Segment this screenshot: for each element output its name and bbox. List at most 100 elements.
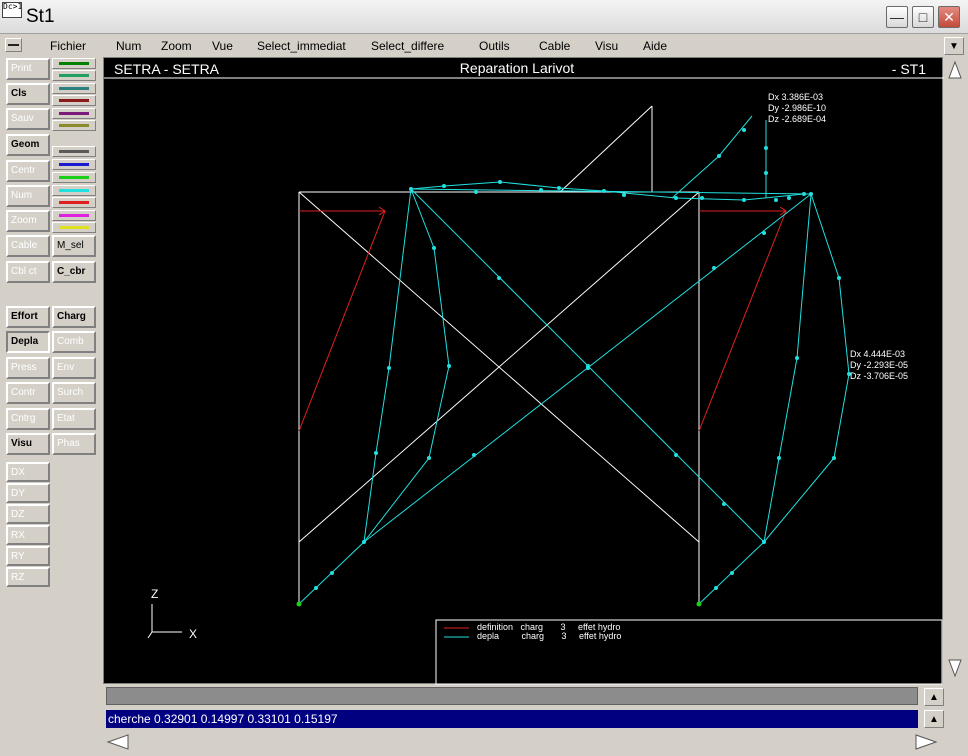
- node-marker: [837, 276, 841, 280]
- menu-aide[interactable]: Aide: [643, 39, 667, 53]
- menu-zoom[interactable]: Zoom: [161, 39, 192, 53]
- num-button[interactable]: Num: [6, 185, 50, 207]
- drawing-canvas[interactable]: SETRA - SETRA Reparation Larivot - ST1 D…: [103, 57, 944, 685]
- system-menu-icon[interactable]: [5, 38, 22, 52]
- color-swatch[interactable]: [52, 83, 96, 94]
- color-swatch-bar: [59, 189, 89, 192]
- maximize-button[interactable]: □: [912, 6, 934, 28]
- depla-button[interactable]: Depla: [6, 331, 50, 353]
- menu-select-differe[interactable]: Select_differe: [371, 39, 444, 53]
- color-swatch[interactable]: [52, 58, 96, 69]
- color-swatch-bar: [59, 150, 89, 153]
- node-marker: [674, 453, 678, 457]
- color-swatch[interactable]: [52, 120, 96, 131]
- node-marker: [774, 198, 778, 202]
- visu-button[interactable]: Visu: [6, 433, 50, 455]
- close-button[interactable]: ✕: [938, 6, 960, 28]
- color-swatch[interactable]: [52, 108, 96, 119]
- cable-button[interactable]: Cable: [6, 235, 50, 257]
- vertical-scrollbar[interactable]: [944, 57, 966, 684]
- command-scroll-up-button[interactable]: ▲: [924, 710, 944, 728]
- node-marker: [809, 192, 813, 196]
- maximize-icon: □: [918, 9, 928, 25]
- displacement-annotation-1: Dx 3.386E-03 Dy -2.986E-10 Dz -2.689E-04: [768, 92, 826, 124]
- axis-z-label: Z: [151, 587, 158, 601]
- zoom-button[interactable]: Zoom: [6, 210, 50, 232]
- menu-outils[interactable]: Outils: [479, 39, 510, 53]
- c-cbr-button[interactable]: C_cbr: [52, 261, 96, 283]
- print-button[interactable]: Print: [6, 58, 50, 80]
- node-marker: [717, 154, 721, 158]
- color-swatch[interactable]: [52, 95, 96, 106]
- env-button[interactable]: Env: [52, 357, 96, 379]
- cls-button[interactable]: Cls: [6, 83, 50, 105]
- dy-button[interactable]: DY: [6, 483, 50, 503]
- color-swatch[interactable]: [52, 197, 96, 208]
- node-marker: [802, 192, 806, 196]
- scroll-up-arrow-icon[interactable]: [945, 59, 965, 81]
- color-swatch-bar: [59, 163, 89, 166]
- canvas-right-header: - ST1: [892, 61, 926, 77]
- minimize-button[interactable]: ―: [886, 6, 908, 28]
- color-swatch[interactable]: [52, 159, 96, 170]
- color-swatch[interactable]: [52, 146, 96, 157]
- color-swatch[interactable]: [52, 70, 96, 81]
- node-marker: [714, 586, 718, 590]
- menu-visu[interactable]: Visu: [595, 39, 618, 53]
- scroll-left-arrow-icon[interactable]: [106, 733, 130, 751]
- comb-button[interactable]: Comb: [52, 331, 96, 353]
- effort-button[interactable]: Effort: [6, 306, 50, 328]
- color-swatch[interactable]: [52, 172, 96, 183]
- structure-plot[interactable]: SETRA - SETRA Reparation Larivot - ST1 D…: [104, 58, 944, 685]
- annot2-dz: Dz -3.706E-05: [850, 371, 908, 381]
- dz-button[interactable]: DZ: [6, 504, 50, 524]
- node-marker: [387, 366, 391, 370]
- annot2-dy: Dy -2.293E-05: [850, 360, 908, 370]
- menu-fichier[interactable]: Fichier: [50, 39, 86, 53]
- node-marker: [622, 193, 626, 197]
- node-marker: [409, 187, 413, 191]
- menu-vue[interactable]: Vue: [212, 39, 233, 53]
- phas-button[interactable]: Phas: [52, 433, 96, 455]
- rx-button[interactable]: RX: [6, 525, 50, 545]
- menu-num[interactable]: Num: [116, 39, 141, 53]
- geom-button[interactable]: Geom: [6, 134, 50, 156]
- displacement-annotation-2: Dx 4.444E-03 Dy -2.293E-05 Dz -3.706E-05: [850, 349, 908, 381]
- m-sel-button[interactable]: M_sel: [52, 235, 96, 257]
- menu-cable[interactable]: Cable: [539, 39, 570, 53]
- support-nodes: [296, 601, 702, 607]
- ry-button[interactable]: RY: [6, 546, 50, 566]
- command-line[interactable]: cherche 0.32901 0.14997 0.33101 0.15197: [106, 710, 918, 728]
- sauv-button[interactable]: Sauv: [6, 108, 50, 130]
- press-button[interactable]: Press: [6, 357, 50, 379]
- color-swatch[interactable]: [52, 222, 96, 233]
- node-marker: [362, 540, 366, 544]
- etat-button[interactable]: Etat: [52, 408, 96, 430]
- window-title: St1: [26, 6, 55, 27]
- scroll-right-arrow-icon[interactable]: [914, 733, 938, 751]
- color-swatch[interactable]: [52, 210, 96, 221]
- deformed-structure: [298, 115, 850, 605]
- axis-triad: [147, 604, 182, 639]
- contr-button[interactable]: Contr: [6, 382, 50, 404]
- node-marker: [795, 356, 799, 360]
- surch-button[interactable]: Surch: [52, 382, 96, 404]
- rz-button[interactable]: RZ: [6, 567, 50, 587]
- centr-button[interactable]: Centr: [6, 160, 50, 182]
- node-marker: [712, 266, 716, 270]
- app-icon: Dc>1: [2, 2, 22, 18]
- charg-button[interactable]: Charg: [52, 306, 96, 328]
- cntrg-button[interactable]: Cntrg: [6, 408, 50, 430]
- cbl-ct-button[interactable]: Cbl ct: [6, 261, 50, 283]
- menu-scroll-button[interactable]: ▼: [944, 37, 964, 55]
- message-scroll-up-button[interactable]: ▲: [924, 688, 944, 706]
- menu-select-immediat[interactable]: Select_immediat: [257, 39, 346, 53]
- color-swatch-bar: [59, 201, 89, 204]
- scroll-down-arrow-icon[interactable]: [945, 657, 965, 679]
- color-swatch[interactable]: [52, 185, 96, 196]
- node-marker: [557, 186, 561, 190]
- legend-depla: depla charg 3 effet hydro: [477, 631, 621, 641]
- dx-button[interactable]: DX: [6, 462, 50, 482]
- axis-x-label: X: [189, 627, 197, 641]
- minimize-icon: ―: [890, 9, 904, 25]
